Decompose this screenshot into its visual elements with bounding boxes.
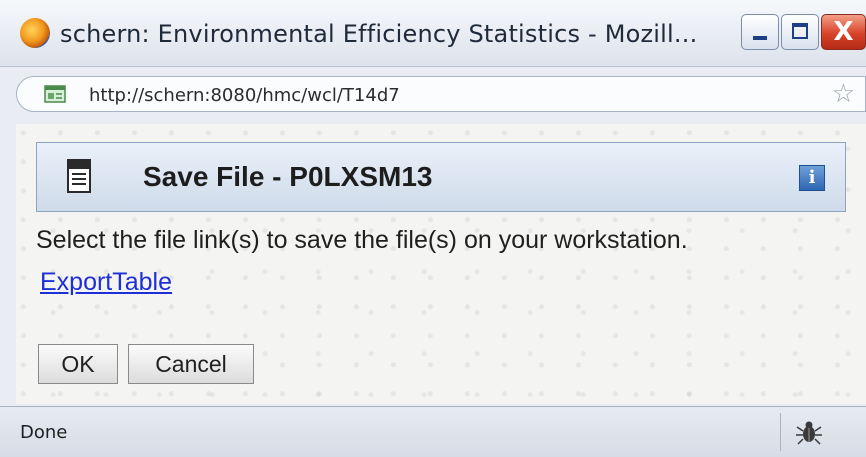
browser-window: schern: Environmental Efficiency Statist…: [0, 0, 866, 457]
ok-button[interactable]: OK: [38, 344, 118, 384]
firefox-icon: [20, 18, 50, 48]
cancel-button[interactable]: Cancel: [128, 344, 254, 384]
maximize-button[interactable]: [781, 14, 819, 50]
bug-icon[interactable]: [794, 417, 824, 447]
url-text[interactable]: http://schern:8080/hmc/wcl/T14d7: [89, 85, 400, 106]
minimize-icon: [753, 36, 767, 40]
title-bar[interactable]: schern: Environmental Efficiency Statist…: [0, 0, 866, 67]
bookmark-star-icon[interactable]: ☆: [832, 80, 855, 108]
instructions-text: Select the file link(s) to save the file…: [36, 226, 688, 254]
page-content: Save File - P0LXSM13 i Select the file l…: [16, 124, 866, 404]
maximize-icon: [792, 23, 808, 39]
page-title: Save File - P0LXSM13: [143, 161, 433, 192]
minimize-button[interactable]: [741, 14, 779, 50]
close-button[interactable]: X: [821, 14, 866, 50]
document-icon: [67, 159, 91, 193]
site-icon: [44, 85, 66, 103]
export-table-link[interactable]: ExportTable: [40, 268, 172, 297]
close-icon: X: [833, 17, 854, 47]
info-icon[interactable]: i: [799, 165, 825, 191]
status-divider: [780, 413, 781, 451]
window-title: schern: Environmental Efficiency Statist…: [60, 20, 698, 48]
dialog-header: Save File - P0LXSM13 i: [36, 142, 846, 212]
status-text: Done: [20, 422, 68, 443]
address-bar[interactable]: http://schern:8080/hmc/wcl/T14d7 ☆: [16, 76, 866, 112]
status-bar: Done: [0, 406, 866, 457]
